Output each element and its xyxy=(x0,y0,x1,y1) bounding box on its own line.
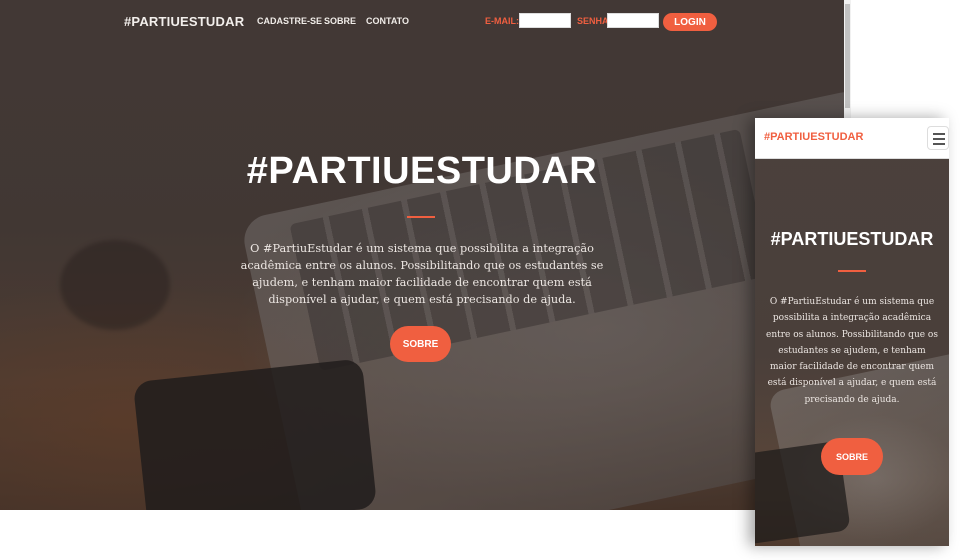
top-navbar: #PARTIUESTUDAR CADASTRE-SE SOBRE CONTATO… xyxy=(0,0,844,44)
hero-description: O #PartiuEstudar é um sistema que possib… xyxy=(240,242,604,306)
mobile-hero-divider xyxy=(838,270,866,272)
email-label: E-MAIL: xyxy=(485,16,519,26)
login-button[interactable]: LOGIN xyxy=(663,13,717,31)
hero-title: #PARTIUESTUDAR xyxy=(246,150,598,192)
nav-link-cadastre-se[interactable]: CADASTRE-SE xyxy=(257,16,322,26)
mobile-hero-description: O #PartiuEstudar é um sistema que possib… xyxy=(766,297,938,405)
desktop-view: #PARTIUESTUDAR CADASTRE-SE SOBRE CONTATO… xyxy=(0,0,844,510)
scrollbar-thumb[interactable] xyxy=(845,4,850,108)
nav-link-sobre[interactable]: SOBRE xyxy=(324,16,356,26)
mobile-view: #PARTIUESTUDAR #PARTIUESTUDAR O #PartiuE… xyxy=(755,118,949,546)
password-field[interactable] xyxy=(607,13,659,28)
mobile-navbar-brand[interactable]: #PARTIUESTUDAR xyxy=(764,131,863,143)
nav-link-contato[interactable]: CONTATO xyxy=(366,16,409,26)
hero-sobre-button[interactable]: SOBRE xyxy=(390,326,451,362)
mobile-hero-title: #PARTIUESTUDAR xyxy=(770,229,934,249)
email-field[interactable] xyxy=(519,13,571,28)
mobile-navbar: #PARTIUESTUDAR xyxy=(755,118,949,159)
hero-divider xyxy=(407,216,435,218)
mobile-hero-sobre-button[interactable]: SOBRE xyxy=(821,438,883,475)
navbar-brand[interactable]: #PARTIUESTUDAR xyxy=(124,14,244,29)
hamburger-icon[interactable] xyxy=(927,126,949,150)
